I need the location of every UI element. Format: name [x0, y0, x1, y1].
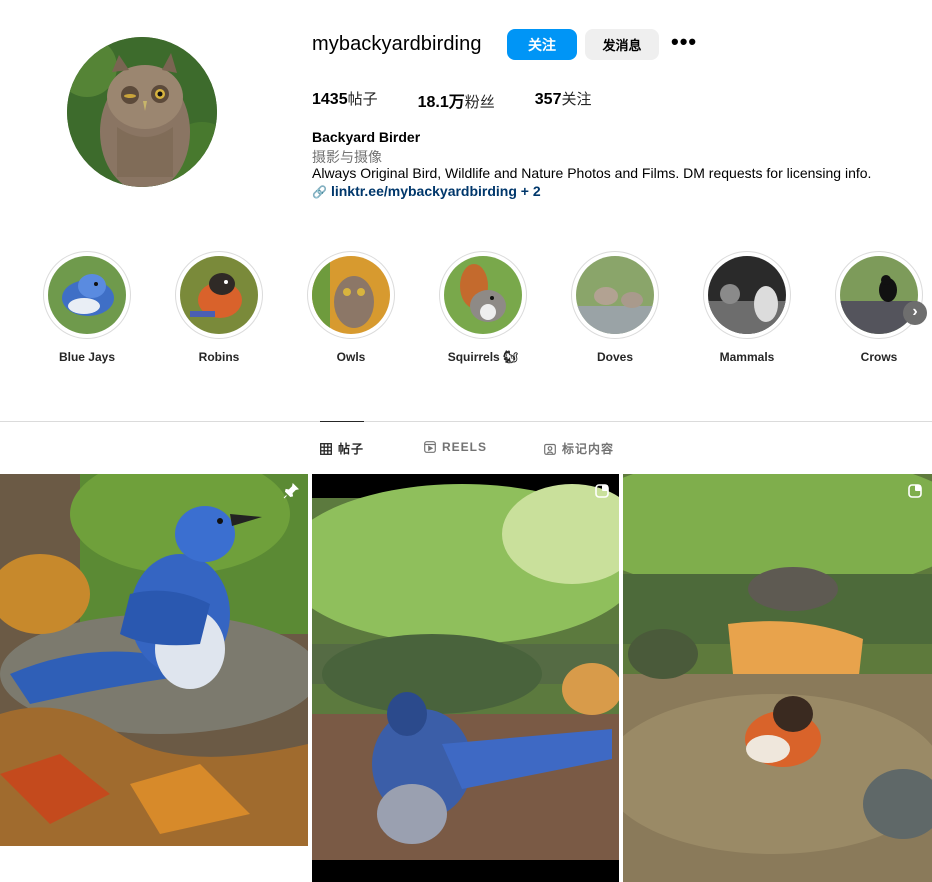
highlight-label: Mammals	[719, 350, 775, 364]
post-tile[interactable]	[312, 474, 619, 882]
tab-tagged[interactable]: 标记内容	[544, 440, 614, 457]
profile-bio: Always Original Bird, Wildlife and Natur…	[312, 165, 872, 181]
highlight-blue-jays[interactable]: Blue Jays	[43, 251, 131, 364]
pin-icon	[283, 483, 299, 499]
reel-icon	[908, 484, 922, 498]
stat-following[interactable]: 357关注	[535, 88, 592, 112]
message-button[interactable]: 发消息	[585, 29, 659, 60]
highlight-robins[interactable]: Robins	[175, 251, 263, 364]
post-tile[interactable]	[623, 474, 932, 882]
profile-stats: 1435帖子 18.1万粉丝 357关注	[312, 88, 632, 112]
tab-reels[interactable]: REELS	[424, 440, 487, 454]
tagged-icon	[544, 443, 556, 455]
highlight-mammals[interactable]: Mammals	[703, 251, 791, 364]
follow-button[interactable]: 关注	[507, 29, 577, 60]
highlight-owls[interactable]: Owls	[307, 251, 395, 364]
profile-username: mybackyardbirding	[312, 33, 482, 55]
post-tile[interactable]	[0, 474, 308, 846]
profile-full-name: Backyard Birder	[312, 129, 421, 145]
highlight-label: Robins	[198, 350, 240, 364]
more-options-icon[interactable]: •••	[671, 31, 696, 55]
chevron-right-icon[interactable]: ›	[903, 301, 927, 325]
reels-icon	[424, 441, 436, 453]
story-highlights: Blue Jays Robins Owls Squirrels 🐿 Doves …	[0, 251, 932, 371]
highlight-squirrels[interactable]: Squirrels 🐿	[439, 251, 527, 364]
highlight-label: Squirrels 🐿	[447, 350, 519, 364]
highlight-label: Doves	[596, 350, 634, 364]
profile-link[interactable]: 🔗 linktr.ee/mybackyardbirding + 2	[312, 183, 541, 199]
tab-posts[interactable]: 帖子	[320, 440, 364, 457]
stat-followers[interactable]: 18.1万粉丝	[418, 88, 495, 112]
grid-icon	[320, 442, 332, 455]
highlight-doves[interactable]: Doves	[571, 251, 659, 364]
highlight-label: Owls	[336, 350, 366, 364]
profile-avatar[interactable]	[67, 37, 217, 187]
tab-divider	[0, 421, 932, 422]
link-icon: 🔗	[312, 185, 327, 199]
highlight-label: Crows	[860, 350, 898, 364]
stat-posts: 1435帖子	[312, 90, 378, 108]
reel-icon	[595, 484, 609, 498]
active-tab-indicator	[320, 421, 364, 422]
highlight-label: Blue Jays	[58, 350, 116, 364]
profile-category: 摄影与摄像	[312, 150, 382, 166]
